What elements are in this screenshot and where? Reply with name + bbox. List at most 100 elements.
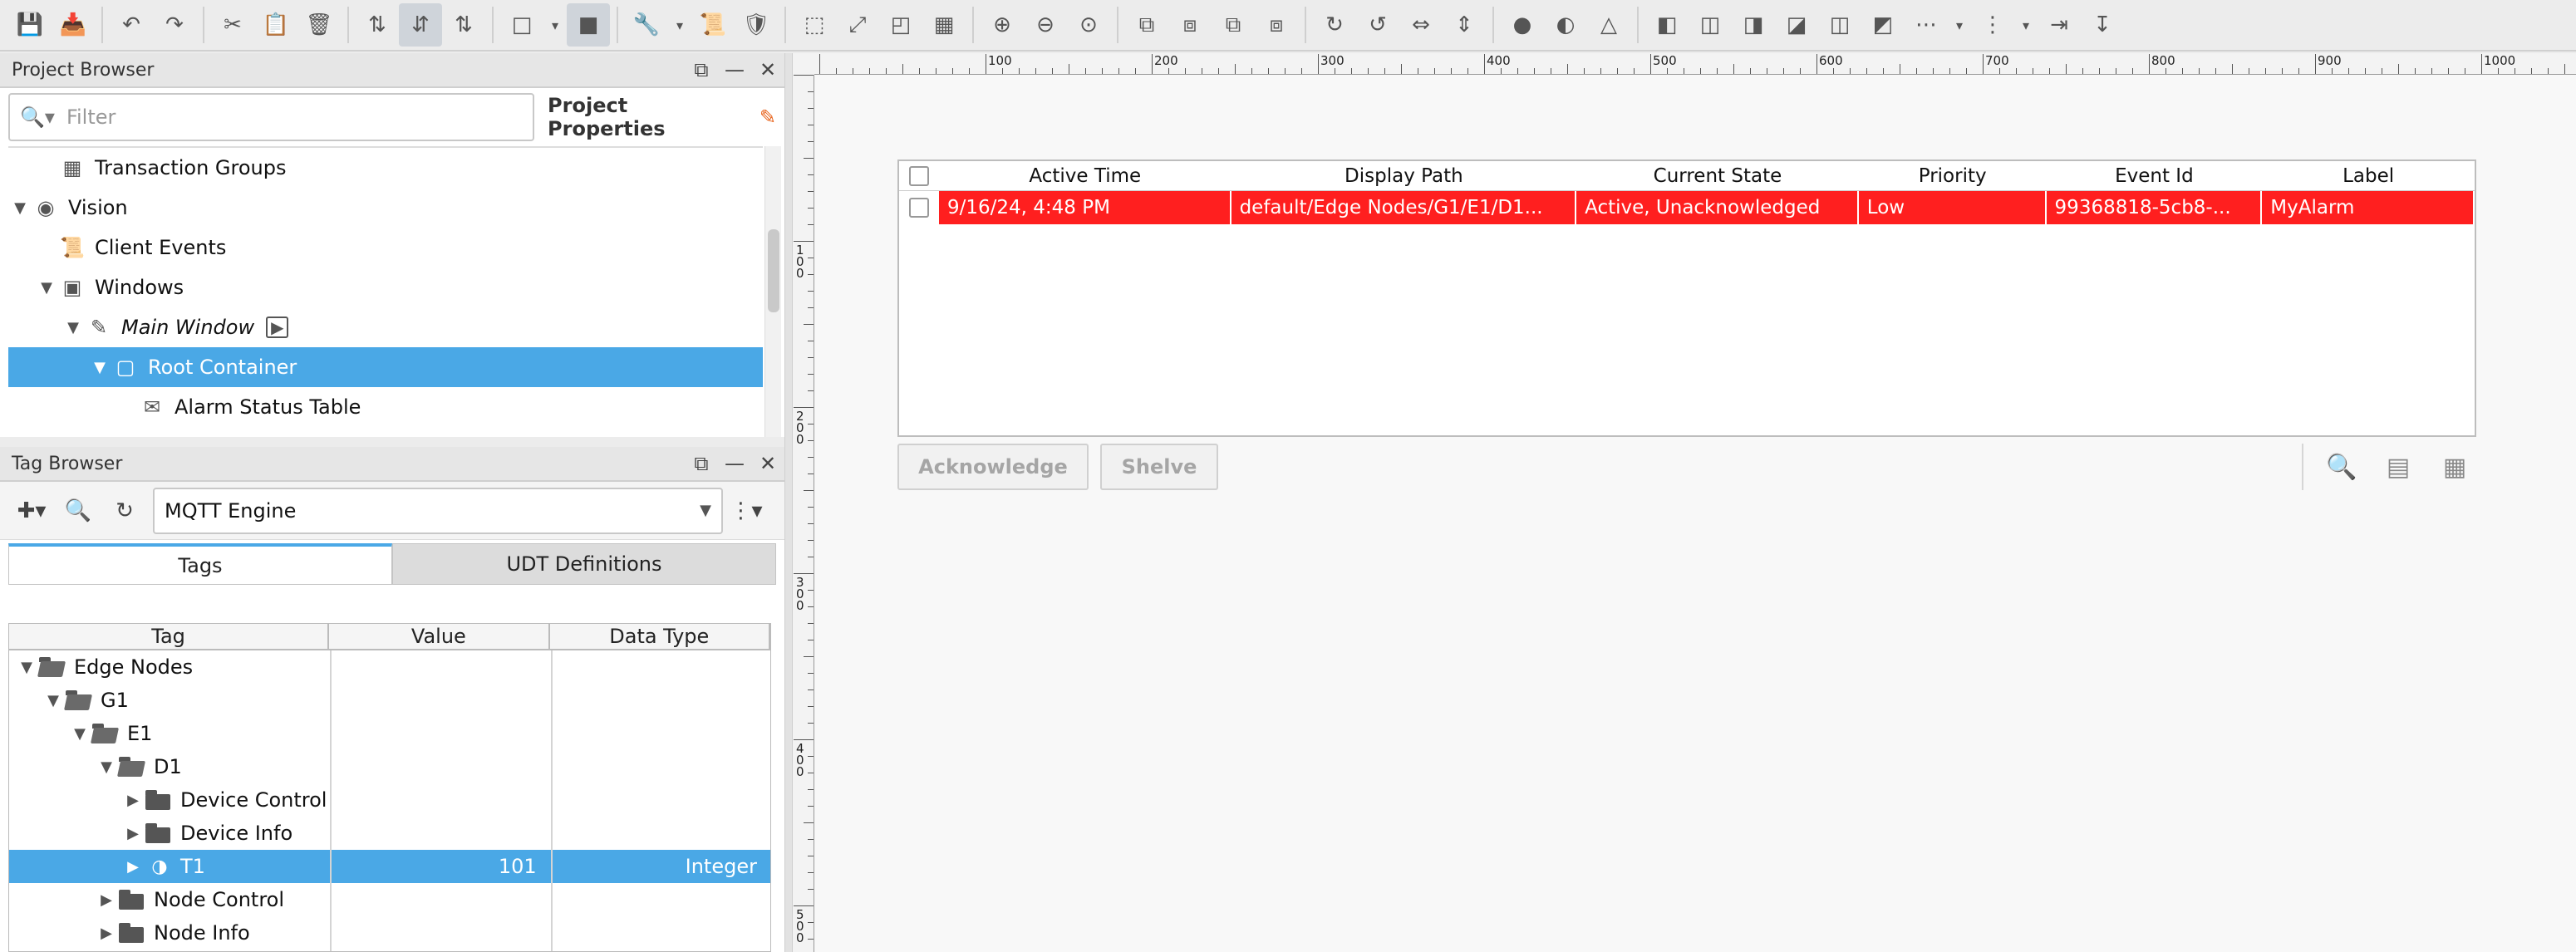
chevron-down-icon[interactable]: ▾ [2014, 3, 2038, 47]
shelved-icon[interactable]: ▤ [2377, 445, 2420, 488]
comm-off-icon[interactable]: ⇅ [356, 3, 399, 47]
zoom-in-icon[interactable]: ⊕ [981, 3, 1024, 47]
alarm-row[interactable]: 9/16/24, 4:48 PM default/Edge Nodes/G1/E… [899, 191, 2475, 224]
tag-row[interactable]: ▼ Edge Nodes [9, 650, 770, 684]
comm-read-write-icon[interactable]: ⇅ [442, 3, 485, 47]
restore-icon[interactable]: ⧉ [685, 58, 718, 81]
caret-down-icon[interactable]: ▼ [61, 319, 85, 336]
flip-vertical-icon[interactable]: ⇕ [1443, 3, 1486, 47]
acknowledge-button[interactable]: Acknowledge [897, 444, 1089, 490]
project-properties-button[interactable]: Project Properties ✎ [548, 94, 776, 140]
tag-row[interactable]: ▼ E1 [9, 717, 770, 750]
chevron-down-icon[interactable]: ▾ [668, 3, 691, 47]
column-header-active-time[interactable]: Active Time [939, 161, 1231, 190]
panel-splitter[interactable] [784, 53, 793, 952]
select-all-checkbox[interactable] [908, 165, 929, 186]
tree-item[interactable]: ▦ Transaction Groups [8, 148, 763, 188]
zoom-actual-icon[interactable]: ⊙ [1067, 3, 1110, 47]
caret-right-icon[interactable]: ▶ [94, 891, 119, 909]
cut-icon[interactable]: ✂ [211, 3, 254, 47]
alarm-status-table[interactable]: Active Time Display Path Current State P… [897, 159, 2476, 437]
paste-icon[interactable]: 📋 [254, 3, 297, 47]
delete-icon[interactable]: 🗑 [297, 3, 341, 47]
tree-item[interactable]: ▼ ◉ Vision [8, 188, 763, 228]
align-center-icon[interactable]: ◫ [1689, 3, 1732, 47]
same-width-icon[interactable]: ⇥ [2038, 3, 2081, 47]
expand-icon[interactable]: ⤢ [836, 3, 879, 47]
caret-down-icon[interactable]: ▼ [41, 692, 66, 709]
close-icon[interactable]: ✕ [751, 58, 784, 81]
column-header-value[interactable]: Value [329, 624, 550, 649]
resize-icon[interactable]: ◰ [879, 3, 922, 47]
caret-down-icon[interactable]: ▼ [94, 758, 119, 776]
align-top-icon[interactable]: ◪ [1775, 3, 1818, 47]
align-left-icon[interactable]: ◧ [1645, 3, 1689, 47]
column-header-display-path[interactable]: Display Path [1231, 161, 1577, 190]
caret-down-icon[interactable]: ▼ [35, 279, 58, 297]
search-icon[interactable]: 🔍 [55, 498, 101, 523]
tag-row[interactable]: ▶ Device Info [9, 817, 770, 850]
fit-icon[interactable]: ⬚ [793, 3, 836, 47]
close-icon[interactable]: ✕ [751, 452, 784, 475]
open-window-icon[interactable]: ▶ [266, 317, 289, 338]
difference-icon[interactable]: ◐ [1544, 3, 1587, 47]
send-back-icon[interactable]: ⧈ [1168, 3, 1212, 47]
tag-row[interactable]: ▼ G1 [9, 684, 770, 717]
tree-item[interactable]: ▼ ▢ Root Container [8, 347, 763, 387]
zoom-out-icon[interactable]: ⊖ [1024, 3, 1067, 47]
chevron-down-icon[interactable]: ▾ [543, 3, 567, 47]
same-height-icon[interactable]: ↧ [2081, 3, 2124, 47]
caret-right-icon[interactable]: ▶ [120, 825, 145, 842]
undo-icon[interactable]: ↶ [110, 3, 153, 47]
shield-icon[interactable]: 🛡 [735, 3, 778, 47]
tag-row[interactable]: ▼ D1 [9, 750, 770, 783]
move-backward-icon[interactable]: ⧈ [1255, 3, 1298, 47]
align-bottom-icon[interactable]: ◩ [1861, 3, 1905, 47]
column-header-data-type[interactable]: Data Type [550, 624, 770, 649]
preview-icon[interactable]: ■ [567, 3, 610, 47]
minimize-icon[interactable]: — [718, 452, 751, 475]
column-header-event-id[interactable]: Event Id [2047, 161, 2263, 190]
column-header-current-state[interactable]: Current State [1576, 161, 1859, 190]
align-right-icon[interactable]: ◨ [1732, 3, 1775, 47]
more-options-icon[interactable]: ⋮▾ [723, 498, 769, 523]
tree-item[interactable]: ▼ ✎ Main Window ▶ [8, 307, 763, 347]
tag-row[interactable]: ▶ Device Control [9, 783, 770, 817]
filter-input[interactable]: 🔍▾ Filter [8, 93, 535, 141]
comm-read-icon[interactable]: ⇵ [399, 3, 442, 47]
rotate-cw-icon[interactable]: ↻ [1313, 3, 1356, 47]
tab-udt-definitions[interactable]: UDT Definitions [392, 543, 776, 585]
bring-front-icon[interactable]: ⧉ [1125, 3, 1168, 47]
chevron-down-icon[interactable]: ▾ [1948, 3, 1971, 47]
caret-down-icon[interactable]: ▼ [8, 199, 32, 217]
caret-right-icon[interactable]: ▶ [94, 925, 119, 942]
tree-item[interactable]: ▼ ▣ Windows [8, 267, 763, 307]
align-middle-icon[interactable]: ◫ [1818, 3, 1861, 47]
redo-icon[interactable]: ↷ [153, 3, 196, 47]
alarm-row-checkbox[interactable] [908, 198, 929, 218]
script-icon[interactable]: 📜 [691, 3, 735, 47]
save-icon[interactable]: 💾 [8, 3, 52, 47]
project-tree-scrollbar[interactable] [764, 146, 781, 437]
caret-down-icon[interactable]: ▼ [67, 725, 92, 743]
column-header-priority[interactable]: Priority [1859, 161, 2047, 190]
tag-row[interactable]: ▶ ◑ T1 101 Integer [9, 850, 770, 883]
flip-horizontal-icon[interactable]: ⇔ [1399, 3, 1443, 47]
caret-right-icon[interactable]: ▶ [120, 858, 145, 876]
minimize-icon[interactable]: — [718, 58, 751, 81]
tree-item[interactable]: 📜 Client Events [8, 228, 763, 267]
distribute-horizontal-icon[interactable]: ⋯ [1905, 3, 1948, 47]
column-header-label[interactable]: Label [2262, 161, 2475, 190]
distribute-vertical-icon[interactable]: ⋮ [1971, 3, 2014, 47]
crop-icon[interactable]: ▦ [922, 3, 966, 47]
tag-row[interactable]: ▶ Node Info [9, 916, 770, 950]
tree-item[interactable]: ✉ Alarm Status Table [8, 387, 763, 427]
scrollbar-thumb[interactable] [768, 229, 779, 312]
caret-down-icon[interactable]: ▼ [14, 659, 39, 676]
shelve-button[interactable]: Shelve [1100, 444, 1218, 490]
intersection-icon[interactable]: △ [1587, 3, 1630, 47]
caret-right-icon[interactable]: ▶ [120, 792, 145, 809]
zoom-icon[interactable]: 🔍 [2320, 445, 2363, 488]
restore-icon[interactable]: ⧉ [685, 452, 718, 475]
wrench-icon[interactable]: 🔧 [625, 3, 668, 47]
